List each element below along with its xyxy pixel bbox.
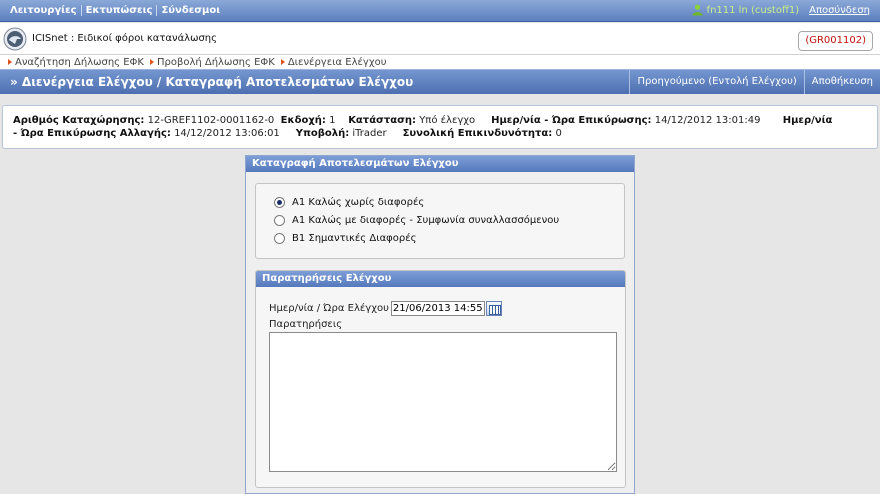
app-title: ICISnet : Ειδικοί φόροι κατανάλωσης (32, 33, 217, 44)
breadcrumb-item-view[interactable]: Προβολή Δήλωσης ΕΦΚ (149, 56, 275, 68)
control-datetime-input[interactable] (390, 301, 485, 316)
control-datetime-row: Ημερ/νία / Ώρα Ελέγχου (269, 301, 502, 316)
breadcrumb-label: Προβολή Δήλωσης ΕΦΚ (156, 56, 275, 68)
result-options: Α1 Καλώς χωρίς διαφορές Α1 Καλώς με διαφ… (255, 183, 625, 259)
change-date-label-start: Ημερ/νία (782, 115, 833, 126)
breadcrumb-item-control[interactable]: Διενέργεια Ελέγχου (280, 56, 387, 68)
reg-value: 12-GREF1102-0001162-0 (147, 115, 275, 126)
info-line-2: - Ώρα Επικύρωσης Αλλαγής: 14/12/2012 13:… (13, 127, 869, 140)
control-results-panel: Καταγραφή Αποτελεσμάτων Ελέγχου Α1 Καλώς… (245, 155, 635, 494)
option-label: Α1 Καλώς με διαφορές - Συμφωνία συναλλασ… (292, 215, 560, 226)
section-actions: Προηγούμενο (Εντολή Ελέγχου) Αποθήκευση (629, 70, 880, 94)
radio-selected-icon[interactable] (274, 197, 285, 208)
reg-label: Αριθμός Καταχώρησης: (13, 115, 145, 126)
option-a1-with-differences[interactable]: Α1 Καλώς με διαφορές - Συμφωνία συναλλασ… (274, 215, 559, 226)
change-date-value: 14/12/2012 13:06:01 (174, 128, 280, 139)
user-name: fn111 ln (custoff1) (706, 4, 800, 16)
status-label: Κατάσταση: (348, 115, 417, 126)
notes-label: Παρατηρήσεις (269, 319, 343, 330)
confirm-date-label: Ημερ/νία - Ώρα Επικύρωσης: (491, 115, 652, 126)
section-header: » Διενέργεια Ελέγχου / Καταγραφή Αποτελε… (0, 69, 880, 94)
panel-title: Καταγραφή Αποτελεσμάτων Ελέγχου (246, 156, 634, 172)
icisnet-logo-icon (3, 27, 27, 51)
breadcrumb-label: Αναζήτηση Δήλωσης ΕΦΚ (15, 56, 144, 68)
breadcrumb-item-search[interactable]: Αναζήτηση Δήλωσης ΕΦΚ (8, 57, 144, 68)
option-b1-significant-differences[interactable]: Β1 Σημαντικές Διαφορές (274, 233, 417, 244)
remarks-section: Παρατηρήσεις Ελέγχου Ημερ/νία / Ώρα Ελέγ… (255, 270, 626, 488)
menu-links[interactable]: Σύνδεσμοι (157, 5, 224, 16)
change-date-label: - Ώρα Επικύρωσης Αλλαγής: (13, 128, 171, 139)
option-label: Β1 Σημαντικές Διαφορές (292, 233, 417, 244)
top-menu-bar: Λειτουργίες Εκτυπώσεις Σύνδεσμοι fn111 l… (0, 0, 880, 22)
page-title: » Διενέργεια Ελέγχου / Καταγραφή Αποτελε… (10, 75, 414, 89)
info-line-1: Αριθμός Καταχώρησης: 12-GREF1102-0001162… (13, 114, 869, 127)
version-value: 1 (329, 115, 336, 126)
breadcrumb-arrow-icon (280, 59, 285, 65)
control-datetime-label: Ημερ/νία / Ώρα Ελέγχου (269, 303, 389, 314)
declaration-info: Αριθμός Καταχώρησης: 12-GREF1102-0001162… (2, 105, 878, 149)
version-label: Εκδοχή: (280, 115, 326, 126)
option-a1-no-differences[interactable]: Α1 Καλώς χωρίς διαφορές (274, 197, 424, 208)
radio-icon[interactable] (274, 233, 285, 244)
remarks-title: Παρατηρήσεις Ελέγχου (256, 271, 625, 287)
breadcrumb-arrow-icon (8, 59, 12, 65)
breadcrumb: Αναζήτηση Δήλωσης ΕΦΚ Προβολή Δήλωσης ΕΦ… (0, 55, 880, 69)
submit-label: Υποβολή: (295, 128, 350, 139)
risk-label: Συνολική Επικινδυνότητα: (402, 128, 553, 139)
option-label: Α1 Καλώς χωρίς διαφορές (292, 197, 425, 208)
main-menu: Λειτουργίες Εκτυπώσεις Σύνδεσμοι (6, 5, 224, 16)
submit-value: iTrader (352, 128, 387, 139)
previous-button[interactable]: Προηγούμενο (Εντολή Ελέγχου) (629, 70, 803, 94)
calendar-icon[interactable] (485, 301, 502, 316)
breadcrumb-arrow-icon (149, 59, 154, 65)
user-icon (692, 4, 703, 16)
office-code-badge: (GR001102) (798, 31, 873, 51)
menu-prints[interactable]: Εκτυπώσεις (82, 5, 158, 16)
logout-link[interactable]: Αποσύνδεση (809, 5, 870, 16)
radio-icon[interactable] (274, 215, 285, 226)
breadcrumb-label: Διενέργεια Ελέγχου (287, 56, 387, 68)
confirm-date-value: 14/12/2012 13:01:49 (654, 115, 761, 126)
app-header: ICISnet : Ειδικοί φόροι κατανάλωσης (GR0… (0, 23, 880, 55)
save-button[interactable]: Αποθήκευση (803, 70, 880, 94)
risk-value: 0 (555, 128, 562, 139)
menu-operations[interactable]: Λειτουργίες (6, 5, 82, 16)
status-value: Υπό έλεγχο (419, 115, 476, 126)
notes-textarea[interactable] (269, 332, 617, 472)
user-area: fn111 ln (custoff1) Αποσύνδεση (692, 4, 870, 16)
